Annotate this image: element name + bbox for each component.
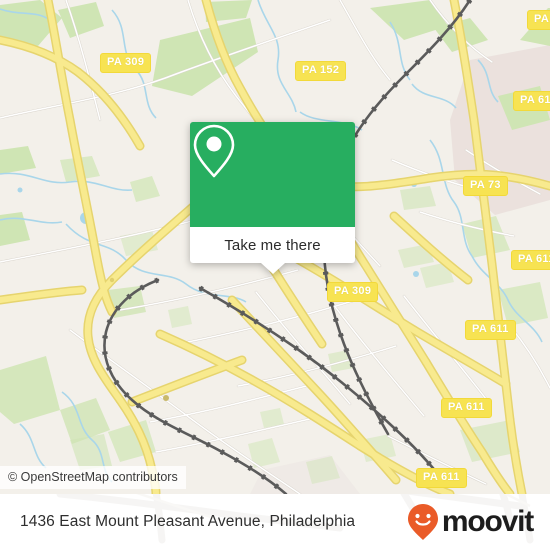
moovit-pin-smile-icon [407, 504, 438, 540]
road-shield: PA 309 [100, 53, 152, 73]
map-canvas[interactable]: PA 309 PA 152 PA PA 611 PA 73 PA 611 PA … [0, 0, 550, 494]
location-pin-icon [193, 124, 235, 178]
road-shield: PA 309 [327, 282, 379, 302]
road-shield: PA 152 [295, 61, 347, 81]
take-me-there-button[interactable]: Take me there [190, 227, 355, 274]
footer-bar: 1436 East Mount Pleasant Avenue, Philade… [0, 494, 550, 550]
moovit-logo[interactable]: moovit [406, 502, 534, 542]
road-shield: PA 611 [441, 398, 492, 418]
road-shield: PA 611 [511, 250, 550, 270]
destination-popup[interactable]: Take me there [190, 122, 355, 274]
road-shield: PA 73 [463, 176, 508, 196]
popup-pin-area [190, 122, 355, 227]
road-shield: PA 611 [465, 320, 516, 340]
map-attribution[interactable]: © OpenStreetMap contributors [0, 466, 186, 489]
moovit-map-card: PA 309 PA 152 PA PA 611 PA 73 PA 611 PA … [0, 0, 550, 550]
popup-tail [260, 263, 285, 274]
road-shield: PA 611 [513, 91, 550, 111]
road-shield: PA [527, 10, 550, 30]
road-shield: PA 611 [416, 468, 467, 488]
moovit-wordmark: moovit [441, 505, 534, 538]
address-label: 1436 East Mount Pleasant Avenue, Philade… [20, 513, 356, 530]
take-me-there-label: Take me there [224, 236, 321, 254]
